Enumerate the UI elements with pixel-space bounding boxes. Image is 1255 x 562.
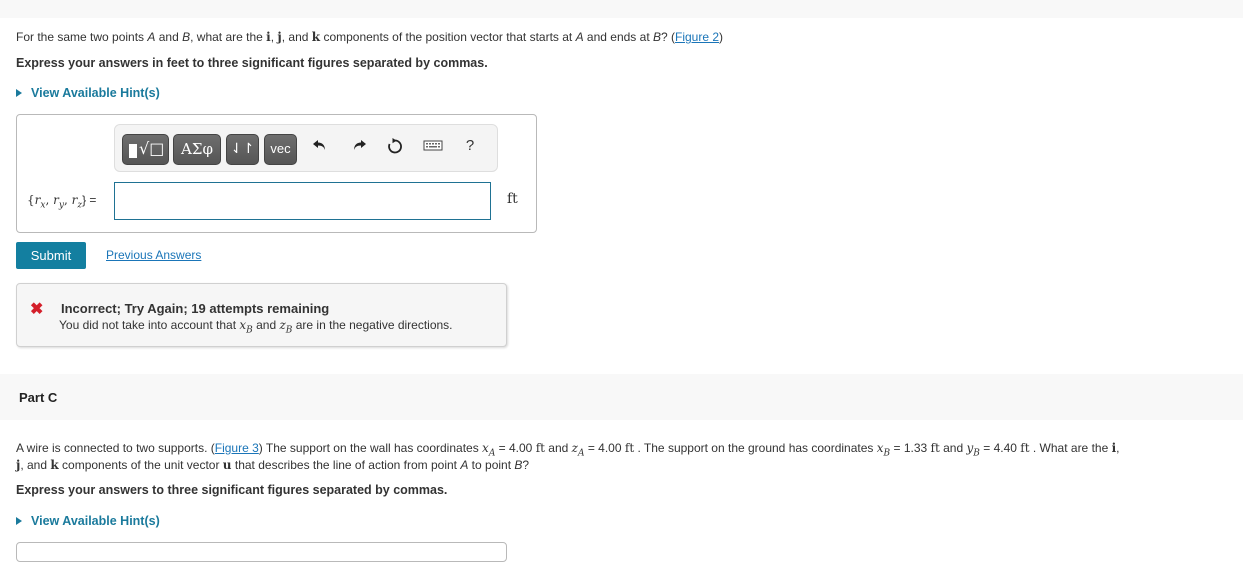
unit-ft: ft — [1020, 441, 1030, 455]
point-a: A — [575, 30, 584, 44]
hint-label: View Available Hint(s) — [31, 514, 160, 528]
greek-button[interactable]: ΑΣφ — [173, 134, 221, 165]
unit-k: k — [50, 458, 59, 472]
part-c-question-line2: j, and k components of the unit vector u… — [16, 458, 529, 472]
part-c-question-line1: A wire is connected to two supports. (Fi… — [16, 441, 1120, 458]
templates-button[interactable]: √□ — [122, 134, 169, 165]
incorrect-x-icon: ✖ — [30, 301, 44, 318]
text: . The support on the ground has coordina… — [634, 441, 877, 455]
text: , and — [20, 458, 51, 472]
text: = 4.00 — [584, 441, 625, 455]
part-b-instruction: Express your answers in feet to three si… — [16, 56, 488, 70]
answer-input[interactable] — [114, 182, 491, 220]
undo-icon[interactable] — [309, 137, 331, 161]
text: = 4.00 — [495, 441, 536, 455]
unit-label: ft — [507, 191, 518, 207]
point-b: B — [652, 30, 661, 44]
xb-symbol: x — [876, 441, 884, 455]
part-c-hint-toggle[interactable]: View Available Hint(s) — [16, 514, 160, 528]
text: and — [544, 441, 572, 455]
reset-icon[interactable] — [384, 137, 406, 161]
unit-ft: ft — [624, 441, 635, 455]
text: components of the unit vector — [58, 458, 223, 472]
part-c-header[interactable]: Part C — [0, 374, 1243, 420]
text: You did not take into account that — [59, 318, 240, 332]
text: ? ( — [661, 30, 676, 44]
part-c-title: Part C — [19, 390, 58, 405]
text: and — [252, 318, 280, 332]
unit-vector-u: u — [222, 458, 232, 472]
redo-icon[interactable] — [348, 137, 370, 161]
answer-label: {rx, ry, rz} = — [27, 193, 97, 211]
figure-2-link[interactable]: Figure 2 — [675, 30, 719, 44]
submit-button[interactable]: Submit — [16, 242, 86, 269]
keyboard-icon[interactable] — [422, 137, 444, 161]
xb-subscript: B — [246, 325, 253, 336]
text: that describes the line of action from p… — [231, 458, 461, 472]
part-c-answer-box — [16, 542, 507, 562]
brace-open: { — [27, 193, 35, 207]
sqrt-icon: √□ — [139, 139, 165, 158]
triangle-right-icon — [16, 517, 22, 525]
brace-close-equals: } = — [82, 193, 97, 207]
text: ) The support on the wall has coordinate… — [258, 441, 483, 455]
yb-subscript: B — [973, 448, 980, 459]
feedback-message: You did not take into account that xB an… — [59, 318, 453, 335]
top-band — [0, 0, 1243, 18]
unit-ft: ft — [930, 441, 940, 455]
unit-k: k — [311, 30, 321, 44]
text: and ends at — [583, 30, 653, 44]
text: = 1.33 — [890, 441, 931, 455]
text: , what are the — [190, 30, 267, 44]
part-c-instruction: Express your answers to three significan… — [16, 483, 448, 497]
feedback-title: Incorrect; Try Again; 19 attempts remain… — [61, 301, 330, 316]
text: , — [1116, 441, 1120, 455]
arrows-button[interactable]: ⇃↾ — [226, 134, 259, 165]
text: to point — [468, 458, 515, 472]
text: A wire is connected to two supports. ( — [16, 441, 215, 455]
figure-3-link[interactable]: Figure 3 — [215, 441, 259, 455]
text: , and — [281, 30, 312, 44]
previous-answers-link[interactable]: Previous Answers — [106, 248, 201, 262]
text: . What are the — [1029, 441, 1112, 455]
text: and — [939, 441, 967, 455]
xa-symbol: x — [482, 441, 489, 455]
math-toolbar: √□ ΑΣφ ⇃↾ vec ? — [114, 124, 498, 172]
text: are in the negative directions. — [292, 318, 453, 332]
vector-button[interactable]: vec — [264, 134, 297, 165]
triangle-right-icon — [16, 89, 22, 97]
text: ? — [522, 458, 530, 472]
unit-ft: ft — [535, 441, 545, 455]
filled-box-icon — [129, 144, 137, 158]
help-icon[interactable]: ? — [459, 137, 481, 161]
text: and — [155, 30, 183, 44]
text: ) — [719, 30, 724, 44]
text: For the same two points — [16, 30, 148, 44]
part-b-hint-toggle[interactable]: View Available Hint(s) — [16, 86, 160, 100]
answer-box: √□ ΑΣφ ⇃↾ vec ? {rx, ry, rz} = ft — [16, 114, 537, 233]
text: = 4.40 — [979, 441, 1021, 455]
part-b-question: For the same two points A and B, what ar… — [16, 30, 723, 44]
hint-label: View Available Hint(s) — [31, 86, 160, 100]
point-b: B — [182, 30, 191, 44]
feedback-box: ✖ Incorrect; Try Again; 19 attempts rema… — [16, 283, 507, 347]
text: components of the position vector that s… — [320, 30, 576, 44]
